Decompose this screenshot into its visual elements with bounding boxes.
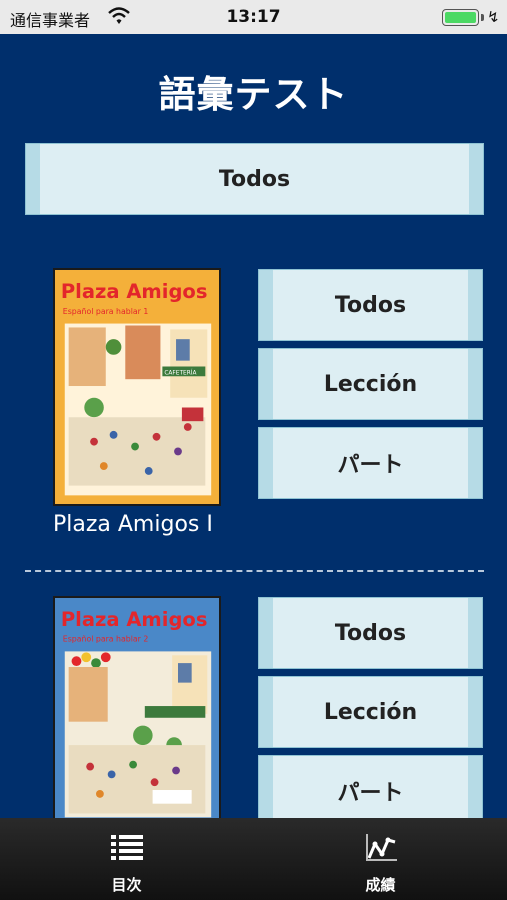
book-cover-plaza-amigos-1[interactable]: Plaza Amigos Español para hablar 1 CAFET… bbox=[53, 268, 221, 506]
page-title: 語彙テスト bbox=[158, 73, 349, 116]
cover-sign: CAFETERÍA bbox=[164, 369, 196, 376]
book-title: Plaza Amigos I bbox=[53, 512, 213, 537]
cover-subtitle: Español para hablar 2 bbox=[63, 635, 149, 644]
book1-part-button-label: パート bbox=[337, 453, 404, 478]
cover-heading: Plaza Amigos bbox=[61, 280, 208, 303]
tab-bar: 目次 成績 bbox=[0, 818, 507, 900]
book-cover-plaza-amigos-2[interactable]: Plaza Amigos Español para hablar 2 bbox=[53, 596, 221, 821]
tab-contents[interactable]: 目次 bbox=[0, 818, 253, 900]
charging-bolt-icon: ↯ bbox=[487, 8, 500, 26]
book1-lesson-button-label: Lección bbox=[323, 371, 418, 397]
book2-part-button-label: パート bbox=[337, 781, 404, 806]
book2-part-button[interactable]: パート bbox=[258, 755, 483, 827]
book1-part-button[interactable]: パート bbox=[258, 427, 483, 499]
list-icon bbox=[111, 835, 143, 860]
status-bar: 通信事業者 13:17 ↯ bbox=[0, 0, 507, 34]
book2-lesson-button[interactable]: Lección bbox=[258, 676, 483, 748]
book2-lesson-button-label: Lección bbox=[323, 699, 418, 725]
cover-heading: Plaza Amigos bbox=[61, 608, 208, 631]
book2-all-button[interactable]: Todos bbox=[258, 597, 483, 669]
section-divider bbox=[25, 570, 484, 572]
all-tests-button[interactable]: Todos bbox=[25, 143, 484, 215]
book1-lesson-button[interactable]: Lección bbox=[258, 348, 483, 420]
book2-all-button-label: Todos bbox=[334, 620, 407, 646]
cover-subtitle: Español para hablar 1 bbox=[63, 307, 149, 316]
cover-illustration: Plaza Amigos Español para hablar 1 CAFET… bbox=[55, 270, 219, 504]
tab-results[interactable]: 成績 bbox=[254, 818, 507, 900]
all-tests-button-label: Todos bbox=[218, 166, 291, 192]
book1-all-button-label: Todos bbox=[334, 292, 407, 318]
book1-all-button[interactable]: Todos bbox=[258, 269, 483, 341]
battery-icon bbox=[442, 9, 479, 26]
clock: 13:17 bbox=[226, 7, 281, 27]
tab-results-label: 成績 bbox=[365, 876, 396, 894]
chart-icon bbox=[366, 834, 397, 861]
tab-contents-label: 目次 bbox=[111, 876, 142, 894]
battery-tip bbox=[481, 14, 484, 21]
cover-illustration: Plaza Amigos Español para hablar 2 bbox=[55, 598, 219, 819]
